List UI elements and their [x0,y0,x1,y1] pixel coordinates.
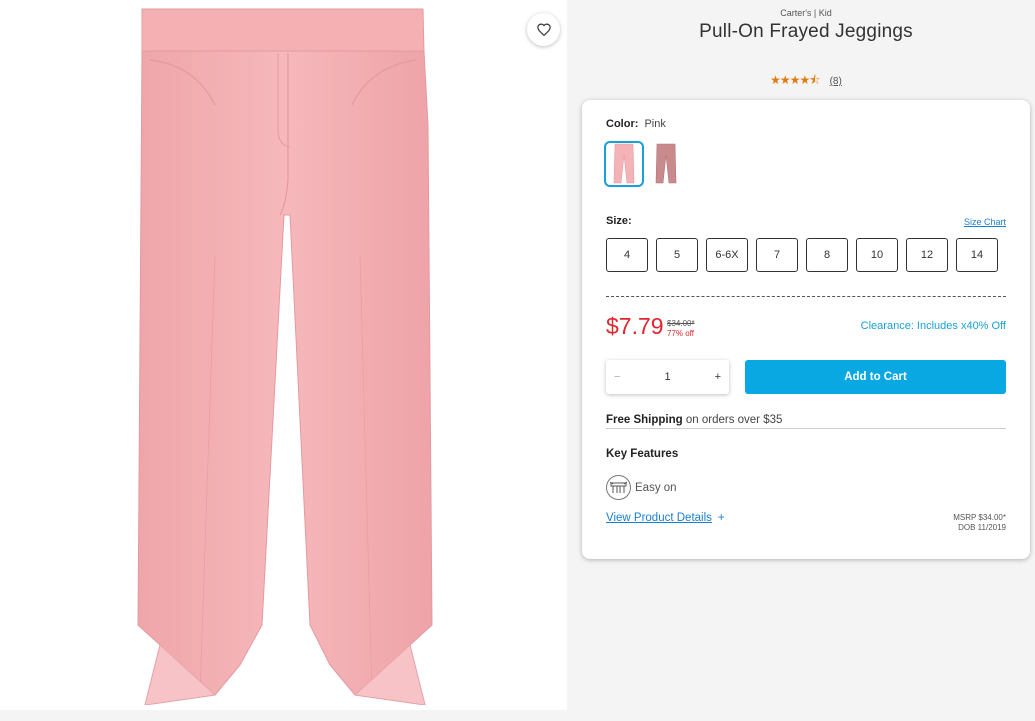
size-chart-link[interactable]: Size Chart [964,217,1006,227]
feature-item: Easy on [606,475,677,500]
percent-off: 77% off [667,329,694,338]
color-row: Color: Pink [606,118,666,130]
size-option[interactable]: 6-6X [706,238,748,272]
details-link-text[interactable]: View Product Details [606,512,712,524]
size-option[interactable]: 12 [906,238,948,272]
rating: ★★★★⯪ (8) [582,71,1030,92]
color-value: Pink [644,118,666,130]
price-divider [606,296,1006,297]
size-label: Size: [606,215,632,227]
shipping-threshold: on orders over $35 [682,414,783,426]
add-to-cart-button[interactable]: Add to Cart [745,360,1006,394]
mauve-pants-thumbnail [655,143,677,184]
purchase-card: Color: Pink Size: Size Chart 4 5 6-6X 7 … [582,100,1030,559]
star-rating-icon[interactable]: ★★★★⯪ [770,71,820,92]
dob-date: DOB 11/2019 [958,523,1006,532]
msrp-info: MSRP $34.00* DOB 11/2019 [953,513,1006,533]
original-price: $34.00* [667,319,695,328]
size-options: 4 5 6-6X 7 8 10 12 14 [606,238,998,272]
favorite-button[interactable] [527,13,560,46]
brand-label: Carter's | Kid [780,8,832,18]
msrp-price: MSRP $34.00* [953,513,1006,522]
quantity-stepper: − 1 + [606,360,729,394]
increase-quantity-button[interactable]: + [715,371,721,383]
quantity-value[interactable]: 1 [664,371,670,383]
current-price: $7.79 [606,313,664,339]
size-option[interactable]: 7 [756,238,798,272]
free-shipping-label: Free Shipping [606,414,683,426]
clearance-label: Clearance: Includes x40% Off [860,320,1006,332]
decrease-quantity-button[interactable]: − [614,371,620,383]
size-option[interactable]: 4 [606,238,648,272]
view-product-details-link[interactable]: View Product Details + [606,512,725,524]
shipping-info: Free Shipping on orders over $35 [606,414,1006,429]
color-swatch-mauve[interactable] [646,141,686,187]
size-option[interactable]: 10 [856,238,898,272]
easy-on-icon [606,475,631,500]
size-option[interactable]: 5 [656,238,698,272]
pink-pants-thumbnail [613,143,635,184]
color-swatch-pink[interactable] [604,141,644,187]
product-image-panel [0,0,567,710]
heart-icon [536,23,551,36]
key-features-title: Key Features [606,448,679,460]
expand-plus-icon[interactable]: + [718,512,725,524]
size-option[interactable]: 14 [956,238,998,272]
product-title: Pull-On Frayed Jeggings [699,21,913,42]
product-image[interactable] [120,5,450,705]
feature-label: Easy on [635,481,677,494]
size-option[interactable]: 8 [806,238,848,272]
color-label: Color: [606,118,639,130]
review-count-link[interactable]: (8) [830,76,842,87]
